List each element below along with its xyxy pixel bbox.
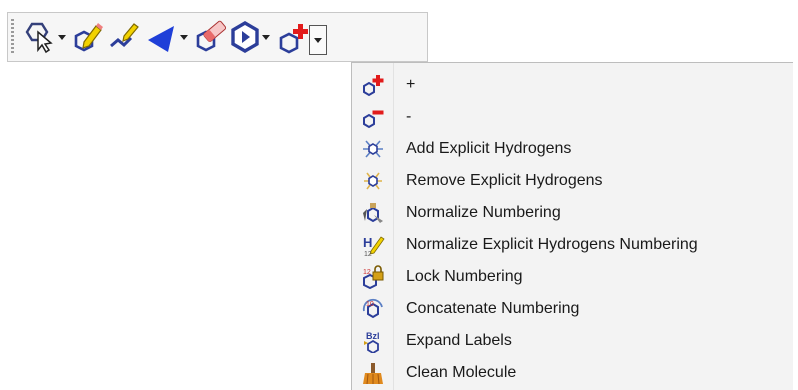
wedge-bond-icon <box>148 26 174 52</box>
eraser-ring-icon <box>196 20 226 52</box>
svg-text:H: H <box>363 235 372 250</box>
menu-item-concatenate-numbering[interactable]: 10 Concatenate Numbering <box>352 293 792 325</box>
menu-item-lock-numbering[interactable]: 12 Lock Numbering <box>352 261 792 293</box>
chain-icon <box>110 23 139 48</box>
expand-labels-icon: Bzl <box>364 331 380 353</box>
remove-hydrogens-icon <box>364 172 382 190</box>
chemistry-toolbar <box>7 12 428 62</box>
lock-numbering-icon: 12 <box>363 265 384 289</box>
svg-text:10: 10 <box>366 301 374 308</box>
menu-item-label: Remove Explicit Hydrogens <box>406 172 603 189</box>
chevron-down-icon <box>58 34 66 40</box>
select-arrow-icon <box>25 22 53 54</box>
chevron-down-icon <box>262 34 270 40</box>
menu-item-label: + <box>406 76 416 93</box>
add-hydrogens-icon <box>363 140 383 158</box>
pencil-ring-icon <box>74 23 103 52</box>
normalize-hydrogens-numbering-icon: H 12 <box>363 235 385 257</box>
clean-molecule-icon <box>363 363 383 385</box>
menu-item-normalize-explicit-hydrogens-numbering[interactable]: H 12 Normalize Explicit Hydrogens Number… <box>352 229 792 261</box>
charge-minus-icon <box>363 110 384 129</box>
chain-tool-button[interactable] <box>106 19 140 55</box>
eraser-tool-button[interactable] <box>192 19 226 55</box>
hexagon-ring-icon <box>231 21 259 53</box>
menu-item-label: Clean Molecule <box>406 364 517 381</box>
menu-item-label: Lock Numbering <box>406 268 523 285</box>
svg-text:12: 12 <box>363 269 371 276</box>
menu-item-label: Normalize Numbering <box>406 204 561 221</box>
bond-dropdown[interactable] <box>178 19 190 55</box>
charge-tool-button[interactable] <box>274 19 312 55</box>
menu-item-normalize-numbering[interactable]: Normalize Numbering <box>352 197 792 229</box>
menu-item-label: Normalize Explicit Hydrogens Numbering <box>406 236 698 253</box>
template-ring-button[interactable] <box>228 19 262 55</box>
wedge-bond-button[interactable] <box>144 19 178 55</box>
charge-plus-icon <box>279 24 308 54</box>
menu-item-add-explicit-hydrogens[interactable]: Add Explicit Hydrogens <box>352 133 792 165</box>
select-tool-dropdown[interactable] <box>56 19 68 55</box>
menu-item-remove-explicit-hydrogens[interactable]: Remove Explicit Hydrogens <box>352 165 792 197</box>
select-tool-button[interactable] <box>22 19 56 55</box>
menu-item-label: - <box>406 108 412 125</box>
menu-item-plus[interactable]: + <box>352 69 792 101</box>
charge-dropdown-button[interactable] <box>309 25 327 55</box>
toolbar-grip[interactable] <box>11 19 14 55</box>
menu-item-expand-labels[interactable]: Bzl Expand Labels <box>352 325 792 357</box>
menu-item-clean-molecule[interactable]: Clean Molecule <box>352 357 792 389</box>
svg-text:Bzl: Bzl <box>366 331 380 341</box>
template-dropdown[interactable] <box>260 19 272 55</box>
charge-plus-icon <box>363 75 384 97</box>
menu-item-label: Concatenate Numbering <box>406 300 580 317</box>
concatenate-numbering-icon: 10 <box>362 298 383 319</box>
menu-item-label: Expand Labels <box>406 332 512 349</box>
chevron-down-icon <box>180 34 188 40</box>
normalize-numbering-icon <box>363 203 383 223</box>
charge-dropdown-menu: + - Add Explicit Hydrogens Remove Explic… <box>351 62 793 390</box>
menu-item-minus[interactable]: - <box>352 101 792 133</box>
draw-ring-button[interactable] <box>70 19 104 55</box>
menu-item-label: Add Explicit Hydrogens <box>406 140 572 157</box>
svg-text:12: 12 <box>364 251 372 257</box>
chevron-down-icon <box>314 37 322 43</box>
